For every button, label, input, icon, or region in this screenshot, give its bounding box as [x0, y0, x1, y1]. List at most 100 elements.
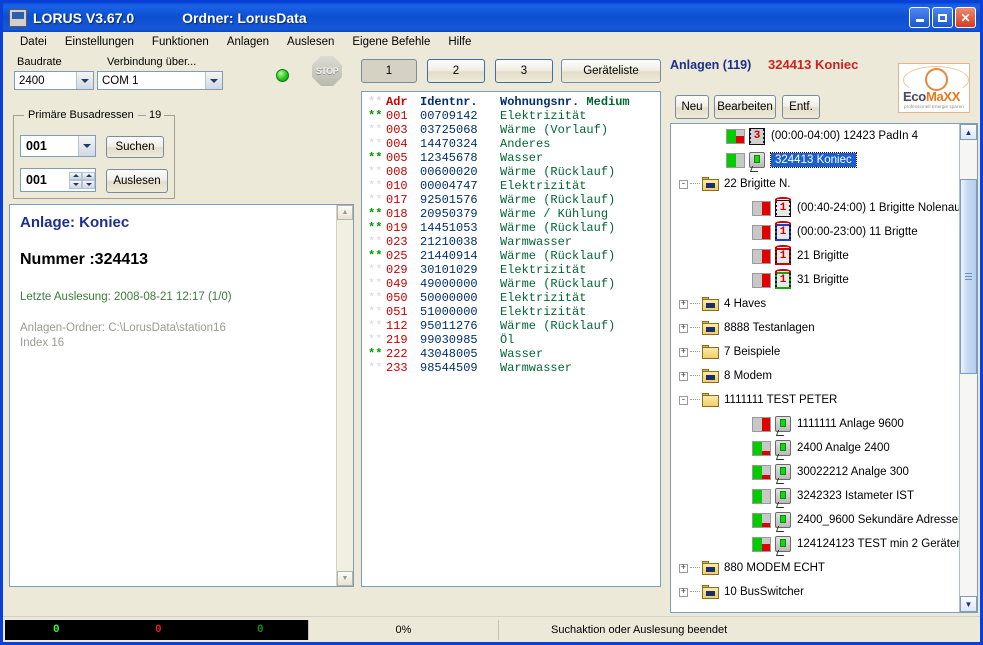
device-list-row[interactable]: **21999030985Öl	[362, 333, 660, 347]
menu-datei[interactable]: Datei	[11, 34, 56, 50]
station-icon	[775, 416, 791, 432]
row-marker: **	[362, 319, 386, 333]
search-button[interactable]: Suchen	[106, 136, 164, 158]
tab-3[interactable]: 3	[495, 59, 553, 83]
tree-station-node[interactable]: 324413 Koniec	[671, 148, 959, 172]
tree-expander[interactable]: +	[679, 300, 688, 309]
tree-station-node[interactable]: 3242323 Istameter IST	[671, 484, 959, 508]
tree-folder-node[interactable]: +7 Beispiele	[671, 340, 959, 364]
tree-scrollbar[interactable]: ▲ ▼	[959, 124, 977, 612]
device-list-row[interactable]: **00800600020Wärme (Rücklauf)	[362, 165, 660, 179]
device-list-row[interactable]: **00100709142Elektrizität	[362, 109, 660, 123]
device-list-row[interactable]: **02321210038Warmwasser	[362, 235, 660, 249]
tree-scroll-down-icon[interactable]: ▼	[960, 596, 977, 612]
device-list-row[interactable]: **02521440914Wärme (Rücklauf)	[362, 249, 660, 263]
menu-anlagen[interactable]: Anlagen	[218, 34, 278, 50]
device-list-row[interactable]: **00512345678Wasser	[362, 151, 660, 165]
port-select[interactable]: COM 1	[97, 71, 223, 90]
tab-2[interactable]: 2	[427, 59, 485, 83]
baudrate-select[interactable]: 2400	[14, 71, 94, 90]
tree-expander[interactable]: +	[679, 348, 688, 357]
tree-station-node[interactable]: 2400_9600 Sekundäre Adressen	[671, 508, 959, 532]
chevron-down-icon	[205, 72, 222, 89]
close-button[interactable]: ✕	[955, 7, 976, 28]
tree-scroll-thumb[interactable]	[960, 179, 977, 374]
device-list-row[interactable]: **05151000000Elektrizität	[362, 305, 660, 319]
row-marker: **	[362, 207, 386, 221]
bus-address-stepper-1[interactable]	[69, 172, 82, 189]
tree-expander[interactable]: +	[679, 372, 688, 381]
menu-einstellungen[interactable]: Einstellungen	[56, 34, 143, 50]
menu-hilfe[interactable]: Hilfe	[439, 34, 480, 50]
device-list-row[interactable]: **01914451053Wärme (Rücklauf)	[362, 221, 660, 235]
device-list-button[interactable]: Geräteliste	[561, 59, 661, 83]
row-medium: Wärme (Rücklauf)	[500, 319, 615, 333]
tree-station-node[interactable]: 1(00:40-24:00) 1 Brigitte Nolenau	[671, 196, 959, 220]
row-marker: **	[362, 263, 386, 277]
device-list-row[interactable]: **01792501576Wärme (Rücklauf)	[362, 193, 660, 207]
scroll-up-icon[interactable]: ▲	[337, 205, 353, 220]
menu-eigene-befehle[interactable]: Eigene Befehle	[343, 34, 439, 50]
tab-1[interactable]: 1	[361, 59, 417, 83]
edit-button[interactable]: Bearbeiten	[714, 95, 776, 119]
device-list-row[interactable]: **22243048005Wasser	[362, 347, 660, 361]
maximize-button[interactable]	[932, 7, 953, 28]
window-controls: ✕	[909, 7, 976, 28]
read-button[interactable]: Auslesen	[106, 169, 168, 193]
device-list-row[interactable]: **00414470324Anderes	[362, 137, 660, 151]
device-list-row[interactable]: **02930101029Elektrizität	[362, 263, 660, 277]
minimize-button[interactable]	[909, 7, 930, 28]
tree-folder-node[interactable]: +4 Haves	[671, 292, 959, 316]
device-list-row[interactable]: **01000004747Elektrizität	[362, 179, 660, 193]
station-icon	[775, 464, 791, 480]
tree-folder-node[interactable]: +10 BusSwitcher	[671, 580, 959, 604]
new-button[interactable]: Neu	[675, 95, 709, 119]
tree-station-node[interactable]: 30022212 Analge 300	[671, 460, 959, 484]
tree-expander[interactable]: +	[679, 324, 688, 333]
bus-address-to-input[interactable]: 001	[20, 168, 96, 192]
tree-folder-node[interactable]: - 22 Brigitte N.	[671, 172, 959, 196]
tree-station-node[interactable]: 1(00:00-23:00) 11 Brigtte	[671, 220, 959, 244]
tree-folder-node[interactable]: +8888 Testanlagen	[671, 316, 959, 340]
row-identnr: 98544509	[420, 361, 500, 375]
logo-name: EcoMaXX	[903, 89, 960, 104]
folder-modem-icon	[702, 177, 719, 191]
device-list-row[interactable]: **04949000000Wärme (Rücklauf)	[362, 277, 660, 291]
bus-address-stepper-2[interactable]	[82, 172, 95, 189]
tree-node-label: 22 Brigitte N.	[724, 178, 790, 190]
tree-folder-node[interactable]: +8 Modem	[671, 364, 959, 388]
row-identnr: 99030985	[420, 333, 500, 347]
tree-folder-node[interactable]: -1111111 TEST PETER	[671, 388, 959, 412]
tree-scroll-up-icon[interactable]: ▲	[960, 124, 977, 140]
tree-station-node[interactable]: 124124123 TEST min 2 Geräten	[671, 532, 959, 556]
tree-expander[interactable]: +	[679, 564, 688, 573]
device-list-row[interactable]: **11295011276Wärme (Rücklauf)	[362, 319, 660, 333]
bus-address-from-select[interactable]: 001	[20, 135, 96, 157]
scroll-down-icon[interactable]: ▼	[337, 571, 353, 586]
stop-button[interactable]: STOP	[310, 55, 346, 89]
station-tree-pane: 3(00:00-04:00) 12423 PadIn 4324413 Konie…	[670, 123, 978, 613]
menu-auslesen[interactable]: Auslesen	[278, 34, 343, 50]
row-medium: Wasser	[500, 151, 543, 165]
detail-scrollbar[interactable]: ▲ ▼	[336, 205, 353, 586]
tree-station-node[interactable]: 2400 Analge 2400	[671, 436, 959, 460]
tree-station-node[interactable]: 131 Brigitte	[671, 268, 959, 292]
ecomaxx-logo: EcoMaXX professionell Energie sparen	[898, 63, 970, 113]
tree-node-label: 880 MODEM ECHT	[724, 562, 825, 574]
tree-expander[interactable]: +	[679, 588, 688, 597]
device-list-row[interactable]: **01820950379Wärme / Kühlung	[362, 207, 660, 221]
tree-expander[interactable]: -	[679, 180, 688, 189]
logo-tagline: professionell Energie sparen	[904, 104, 964, 109]
tree-station-node[interactable]: 121 Brigitte	[671, 244, 959, 268]
device-list-row[interactable]: **23398544509Warmwasser	[362, 361, 660, 375]
tree-expander[interactable]: -	[679, 396, 688, 405]
menu-funktionen[interactable]: Funktionen	[143, 34, 218, 50]
tree-station-node[interactable]: 3(00:00-04:00) 12423 PadIn 4	[671, 124, 959, 148]
port-label: Verbindung über...	[107, 56, 196, 68]
tree-folder-node[interactable]: +880 MODEM ECHT	[671, 556, 959, 580]
tree-node-label: 4 Haves	[724, 298, 766, 310]
delete-button[interactable]: Entf.	[782, 95, 820, 119]
device-list-row[interactable]: **05050000000Elektrizität	[362, 291, 660, 305]
tree-station-node[interactable]: 1111111 Anlage 9600	[671, 412, 959, 436]
device-list-row[interactable]: **00303725068Wärme (Vorlauf)	[362, 123, 660, 137]
